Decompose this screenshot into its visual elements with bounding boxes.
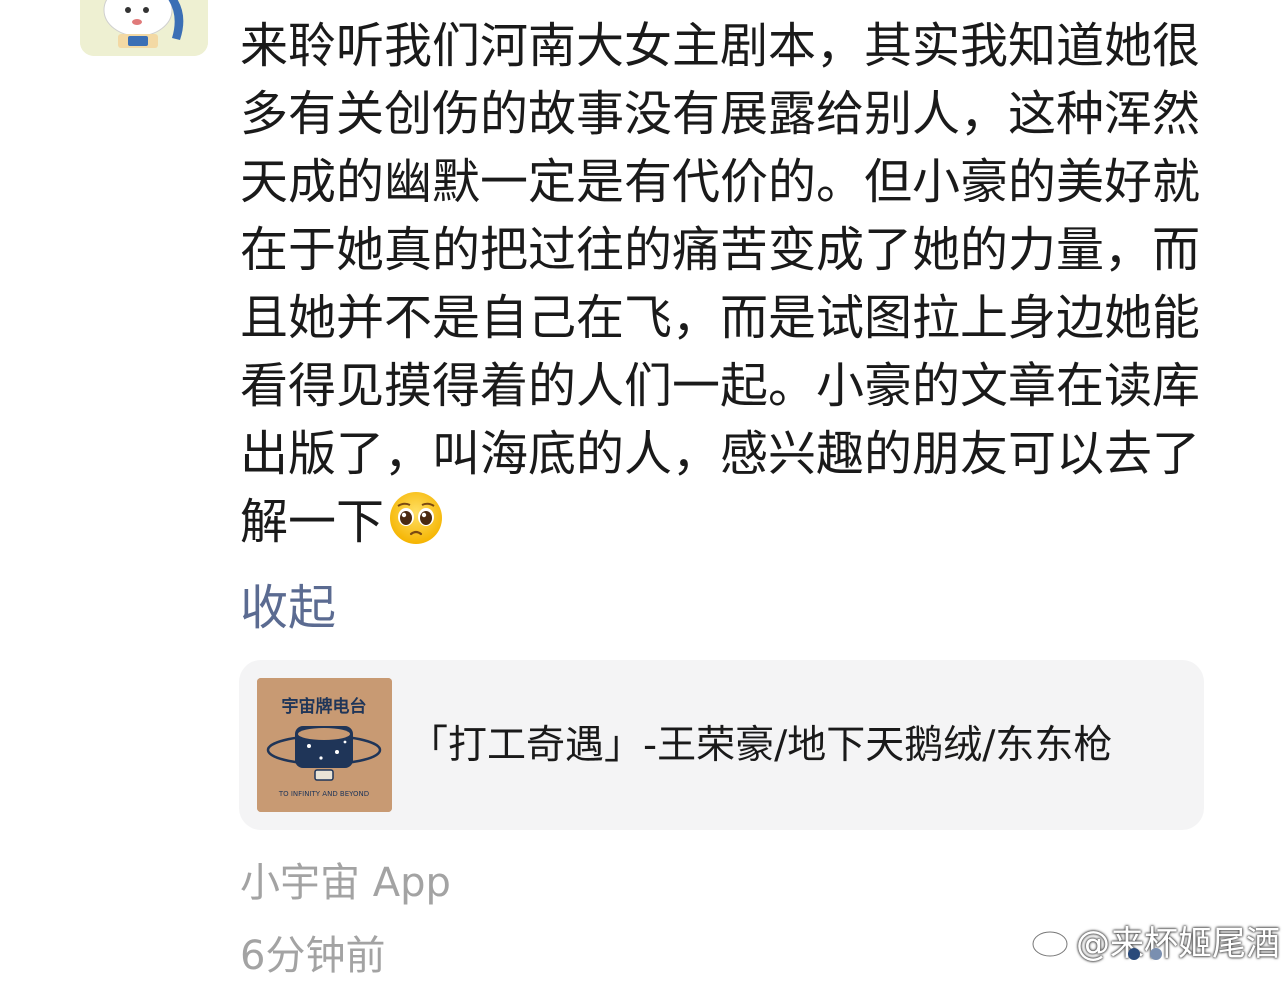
pleading-face-emoji-icon [390, 492, 443, 544]
svg-text:宇宙牌电台: 宇宙牌电台 [282, 696, 367, 717]
podcast-link-card[interactable]: 宇宙牌电台 TO INFINITY AND BEYOND 「打工奇遇」-王荣豪/… [239, 660, 1204, 830]
podcast-cover-image: 宇宙牌电台 TO INFINITY AND BEYOND [257, 678, 392, 812]
page-dot-active [1128, 948, 1140, 960]
collapse-link[interactable]: 收起 [240, 578, 336, 638]
source-label: 小宇宙 App [240, 860, 451, 906]
watermark-text: @来杯姬尾酒 [1076, 923, 1280, 964]
post-body: 来聆听我们河南大女主剧本，其实我知道她很多有关创伤的故事没有展露给别人，这种浑然… [240, 12, 1210, 556]
page-indicator [1128, 948, 1162, 960]
svg-text:TO INFINITY AND BEYOND: TO INFINITY AND BEYOND [278, 790, 369, 798]
page-dot [1150, 948, 1162, 960]
post-text: 来聆听我们河南大女主剧本，其实我知道她很多有关创伤的故事没有展露给别人，这种浑然… [240, 18, 1201, 550]
timestamp: 6分钟前 [240, 933, 386, 979]
podcast-title: 「打工奇遇」-王荣豪/地下天鹅绒/东东枪 [409, 723, 1113, 768]
user-avatar[interactable] [80, 0, 208, 56]
planet-cover-icon: 宇宙牌电台 TO INFINITY AND BEYOND [257, 678, 392, 812]
avatar-cartoon-icon [80, 0, 208, 56]
weibo-logo-icon [1031, 924, 1072, 958]
